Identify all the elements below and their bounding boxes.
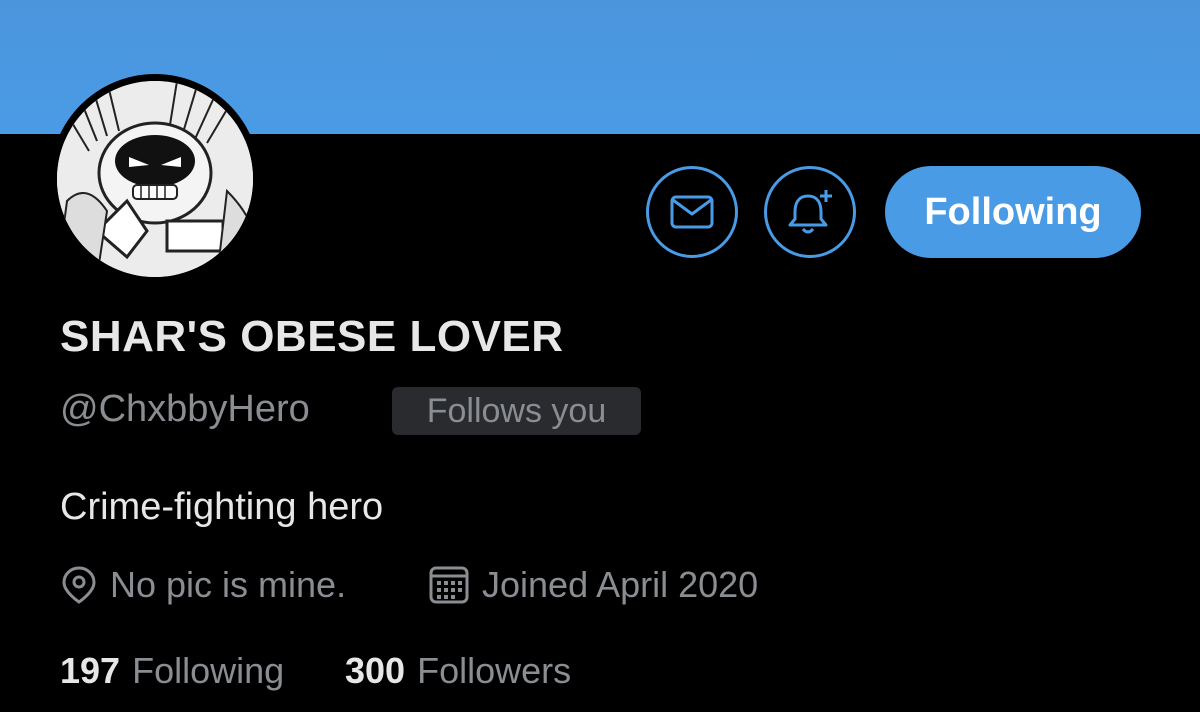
calendar-icon xyxy=(429,566,469,604)
avatar[interactable] xyxy=(50,74,260,284)
location-text: No pic is mine. xyxy=(110,564,347,605)
envelope-icon xyxy=(670,195,714,229)
profile-bio: Crime-fighting hero xyxy=(60,486,384,528)
following-button[interactable]: Following xyxy=(885,166,1141,258)
following-count-link[interactable]: 197 Following xyxy=(60,648,284,694)
profile-location: No pic is mine. xyxy=(60,562,346,608)
user-handle: @ChxbbyHero xyxy=(60,388,310,430)
avatar-image xyxy=(57,81,253,277)
following-count: 197 xyxy=(60,650,121,691)
bell-plus-icon xyxy=(788,190,832,234)
followers-count-link[interactable]: 300 Followers xyxy=(345,648,571,694)
following-label: Following xyxy=(132,650,285,691)
follows-you-badge: Follows you xyxy=(392,387,641,435)
location-pin-icon xyxy=(62,566,96,604)
notifications-button[interactable] xyxy=(764,166,856,258)
message-button[interactable] xyxy=(646,166,738,258)
followers-label: Followers xyxy=(417,650,572,691)
display-name: SHAR'S OBESE LOVER xyxy=(60,312,564,361)
followers-count: 300 xyxy=(345,650,406,691)
joined-text: Joined April 2020 xyxy=(482,564,759,605)
profile-join-date: Joined April 2020 xyxy=(428,562,758,608)
